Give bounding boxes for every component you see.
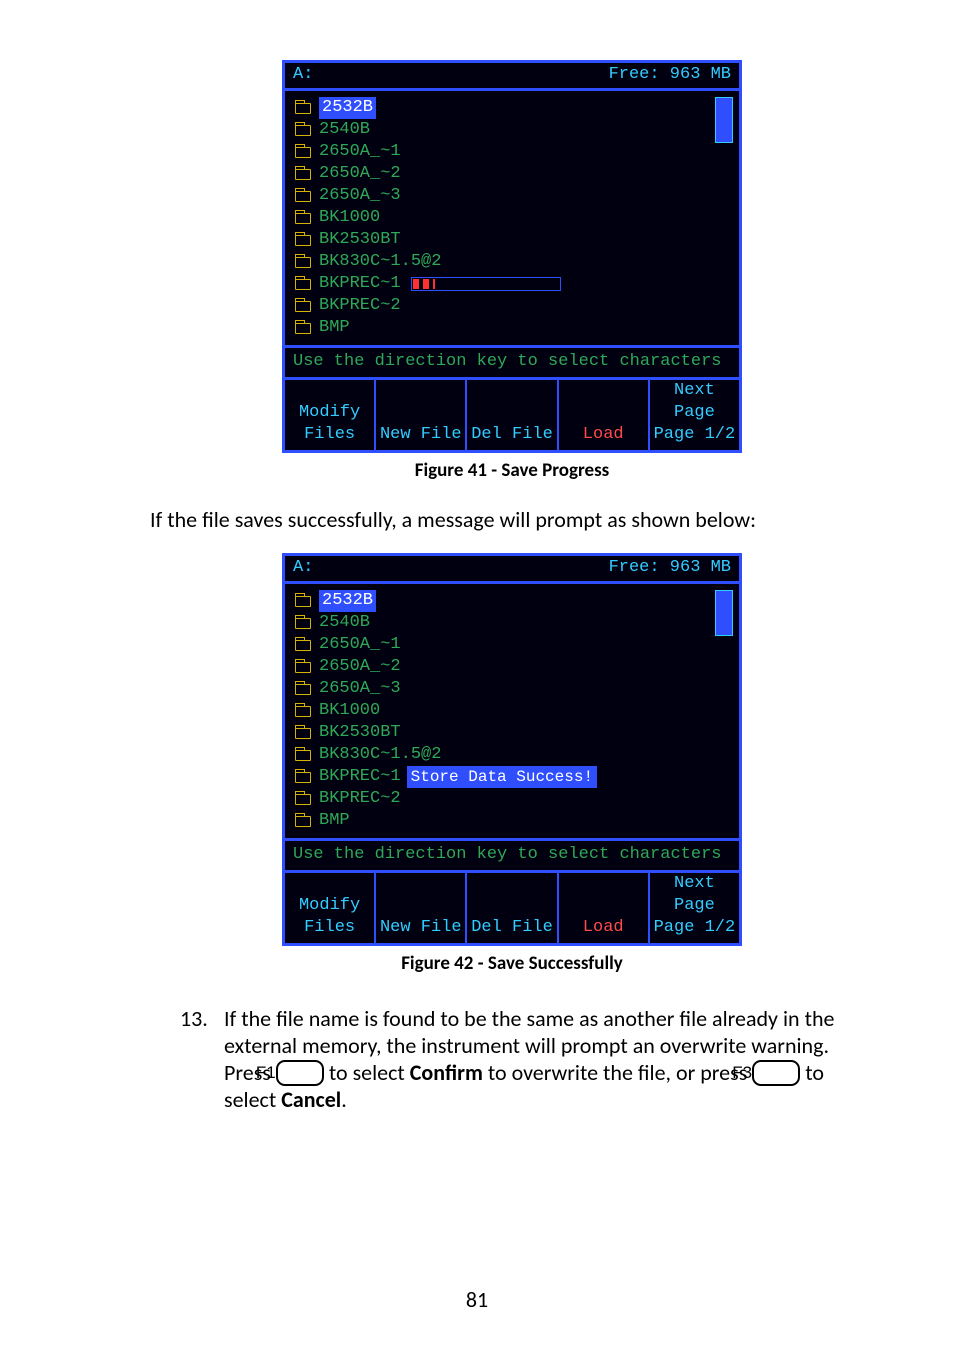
file-row: 2650A_~3	[295, 185, 711, 207]
folder-icon	[295, 191, 311, 202]
scrollbar-thumb[interactable]	[715, 97, 733, 143]
folder-icon	[295, 147, 311, 158]
file-row: 2532B	[295, 97, 711, 119]
file-row: 2650A_~2	[295, 656, 711, 678]
softkey-del-file[interactable]: Del File	[465, 380, 556, 450]
file-row: 2540B	[295, 612, 711, 634]
folder-icon	[295, 750, 311, 761]
softkey-new-file[interactable]: New File	[374, 380, 465, 450]
file-row: BK830C~1.5@2	[295, 251, 711, 273]
confirm-label: Confirm	[410, 1059, 483, 1086]
folder-icon	[295, 794, 311, 805]
file-row: BK1000	[295, 207, 711, 229]
folder-icon	[295, 213, 311, 224]
folder-icon	[295, 816, 311, 827]
hint-text: Use the direction key to select characte…	[285, 345, 739, 380]
file-list: 2532B 2540B 2650A_~1 2650A_~2 2650A_~3 B…	[295, 97, 711, 339]
file-row: 2650A_~3	[295, 678, 711, 700]
file-row: BK1000	[295, 700, 711, 722]
softkey-new-file[interactable]: New File	[374, 873, 465, 943]
folder-icon	[295, 279, 311, 290]
file-row: 2650A_~2	[295, 163, 711, 185]
softkey-bar: Modify Files New File Del File Load Next…	[285, 873, 739, 943]
folder-icon	[295, 257, 311, 268]
free-space: Free: 963 MB	[609, 558, 731, 577]
folder-icon	[295, 728, 311, 739]
softkey-next-page[interactable]: Next Page Page 1/2	[648, 380, 739, 450]
figure-caption-41: Figure 41 - Save Progress	[150, 459, 874, 482]
softkey-load[interactable]: Load	[557, 873, 648, 943]
softkey-modify-files[interactable]: Modify Files	[285, 380, 374, 450]
file-row: 2532B	[295, 590, 711, 612]
softkey-load[interactable]: Load	[557, 380, 648, 450]
file-row: BKPREC~2	[295, 295, 711, 317]
folder-icon	[295, 125, 311, 136]
folder-icon	[295, 301, 311, 312]
scrollbar[interactable]	[715, 97, 733, 339]
scrollbar[interactable]	[715, 590, 733, 832]
step-number: 13.	[180, 1005, 224, 1032]
folder-icon	[295, 596, 311, 607]
ss2-header: A: Free: 963 MB	[285, 556, 739, 584]
folder-icon	[295, 640, 311, 651]
folder-icon	[295, 772, 311, 783]
file-row: BK830C~1.5@2	[295, 744, 711, 766]
folder-icon	[295, 706, 311, 717]
file-row: 2650A_~1	[295, 141, 711, 163]
screenshot-save-progress: A: Free: 963 MB 2532B 2540B 2650A_~1 265…	[282, 60, 742, 453]
folder-icon	[295, 235, 311, 246]
file-row: BMP	[295, 317, 711, 339]
folder-icon	[295, 323, 311, 334]
file-row: BK2530BT	[295, 722, 711, 744]
paragraph-save-success: If the file saves successfully, a messag…	[150, 506, 874, 533]
success-message: Store Data Success!	[407, 766, 597, 788]
folder-icon	[295, 169, 311, 180]
file-row: 2540B	[295, 119, 711, 141]
page-number: 81	[0, 1286, 954, 1313]
folder-icon	[295, 662, 311, 673]
folder-icon	[295, 103, 311, 114]
drive-label: A:	[293, 558, 313, 577]
cancel-label: Cancel	[281, 1086, 341, 1113]
file-row: 2650A_~1	[295, 634, 711, 656]
f3-key: F3	[752, 1060, 800, 1086]
file-row: BMP	[295, 810, 711, 832]
folder-icon	[295, 618, 311, 629]
softkey-bar: Modify Files New File Del File Load Next…	[285, 380, 739, 450]
file-row: BK2530BT	[295, 229, 711, 251]
folder-icon	[295, 684, 311, 695]
file-list: 2532B 2540B 2650A_~1 2650A_~2 2650A_~3 B…	[295, 590, 711, 832]
hint-text: Use the direction key to select characte…	[285, 838, 739, 873]
softkey-modify-files[interactable]: Modify Files	[285, 873, 374, 943]
file-row: BKPREC~1	[295, 273, 711, 295]
softkey-next-page[interactable]: Next Page Page 1/2	[648, 873, 739, 943]
progress-bar	[411, 277, 561, 291]
figure-caption-42: Figure 42 - Save Successfully	[150, 952, 874, 975]
file-row: BKPREC~1 Store Data Success!	[295, 766, 711, 788]
screenshot-save-success: A: Free: 963 MB 2532B 2540B 2650A_~1 265…	[282, 553, 742, 946]
ss1-header: A: Free: 963 MB	[285, 63, 739, 91]
drive-label: A:	[293, 65, 313, 84]
step-13: 13.If the file name is found to be the s…	[150, 1005, 874, 1113]
softkey-del-file[interactable]: Del File	[465, 873, 556, 943]
file-row: BKPREC~2	[295, 788, 711, 810]
scrollbar-thumb[interactable]	[715, 590, 733, 636]
f1-key: F1	[276, 1060, 324, 1086]
free-space: Free: 963 MB	[609, 65, 731, 84]
